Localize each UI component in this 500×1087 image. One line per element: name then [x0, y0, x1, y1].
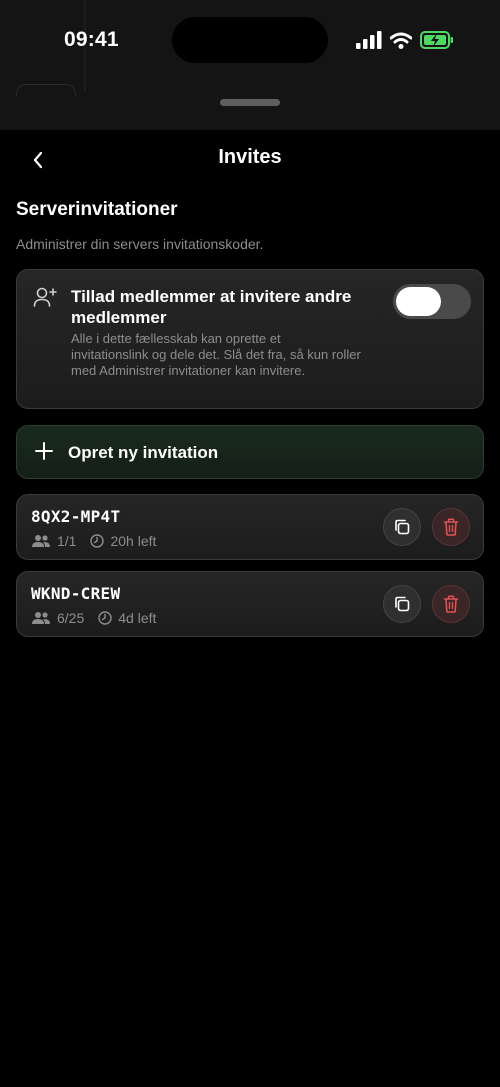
allow-invites-description: Alle i dette fællesskab kan oprette et i… [71, 331, 361, 378]
sheet-grabber[interactable] [220, 99, 280, 106]
background-sheet: 09:41 [0, 0, 500, 130]
background-element [16, 84, 76, 96]
invite-uses: 6/25 [57, 610, 85, 626]
cellular-signal-icon [356, 31, 382, 49]
invite-code: 8QX2-MP4T [31, 507, 121, 526]
clock-icon [98, 611, 112, 625]
people-icon [31, 534, 51, 548]
invite-uses: 1/1 [57, 533, 77, 549]
section-description: Administrer din servers invitationskoder… [16, 236, 264, 252]
people-icon [31, 611, 51, 625]
invite-row: 8QX2-MP4T 1/1 20h left [16, 494, 484, 560]
copy-invite-button[interactable] [383, 508, 421, 546]
person-add-icon [33, 286, 57, 313]
allow-invites-card: Tillad medlemmer at invitere andre medle… [16, 269, 484, 409]
allow-invites-toggle[interactable] [393, 284, 471, 319]
plus-icon [35, 442, 53, 465]
allow-invites-title: Tillad medlemmer at invitere andre medle… [71, 287, 352, 327]
page-title: Invites [218, 146, 282, 168]
invite-row: WKND-CREW 6/25 4d left [16, 571, 484, 637]
invite-expiry: 4d left [118, 610, 157, 626]
status-icons [356, 31, 454, 49]
invite-meta: 6/25 4d left [31, 610, 156, 626]
create-invite-label: Opret ny invitation [68, 443, 219, 462]
copy-icon [395, 596, 410, 612]
delete-invite-button[interactable] [432, 508, 470, 546]
invite-meta: 1/1 20h left [31, 533, 156, 549]
invite-expiry: 20h left [110, 533, 157, 549]
trash-icon [443, 595, 459, 613]
status-time: 09:41 [64, 28, 119, 51]
toggle-knob [396, 287, 441, 316]
invites-sheet: Invites Serverinvitationer Administrer d… [0, 130, 500, 1087]
copy-icon [395, 519, 410, 535]
copy-invite-button[interactable] [383, 585, 421, 623]
trash-icon [443, 518, 459, 536]
create-invite-button[interactable]: Opret ny invitation [16, 425, 484, 479]
clock-icon [90, 534, 105, 548]
delete-invite-button[interactable] [432, 585, 470, 623]
wifi-icon [390, 32, 412, 49]
dynamic-island [172, 17, 328, 63]
battery-charging-icon [420, 31, 453, 49]
invite-code: WKND-CREW [31, 584, 121, 603]
section-title: Serverinvitationer [16, 199, 178, 220]
